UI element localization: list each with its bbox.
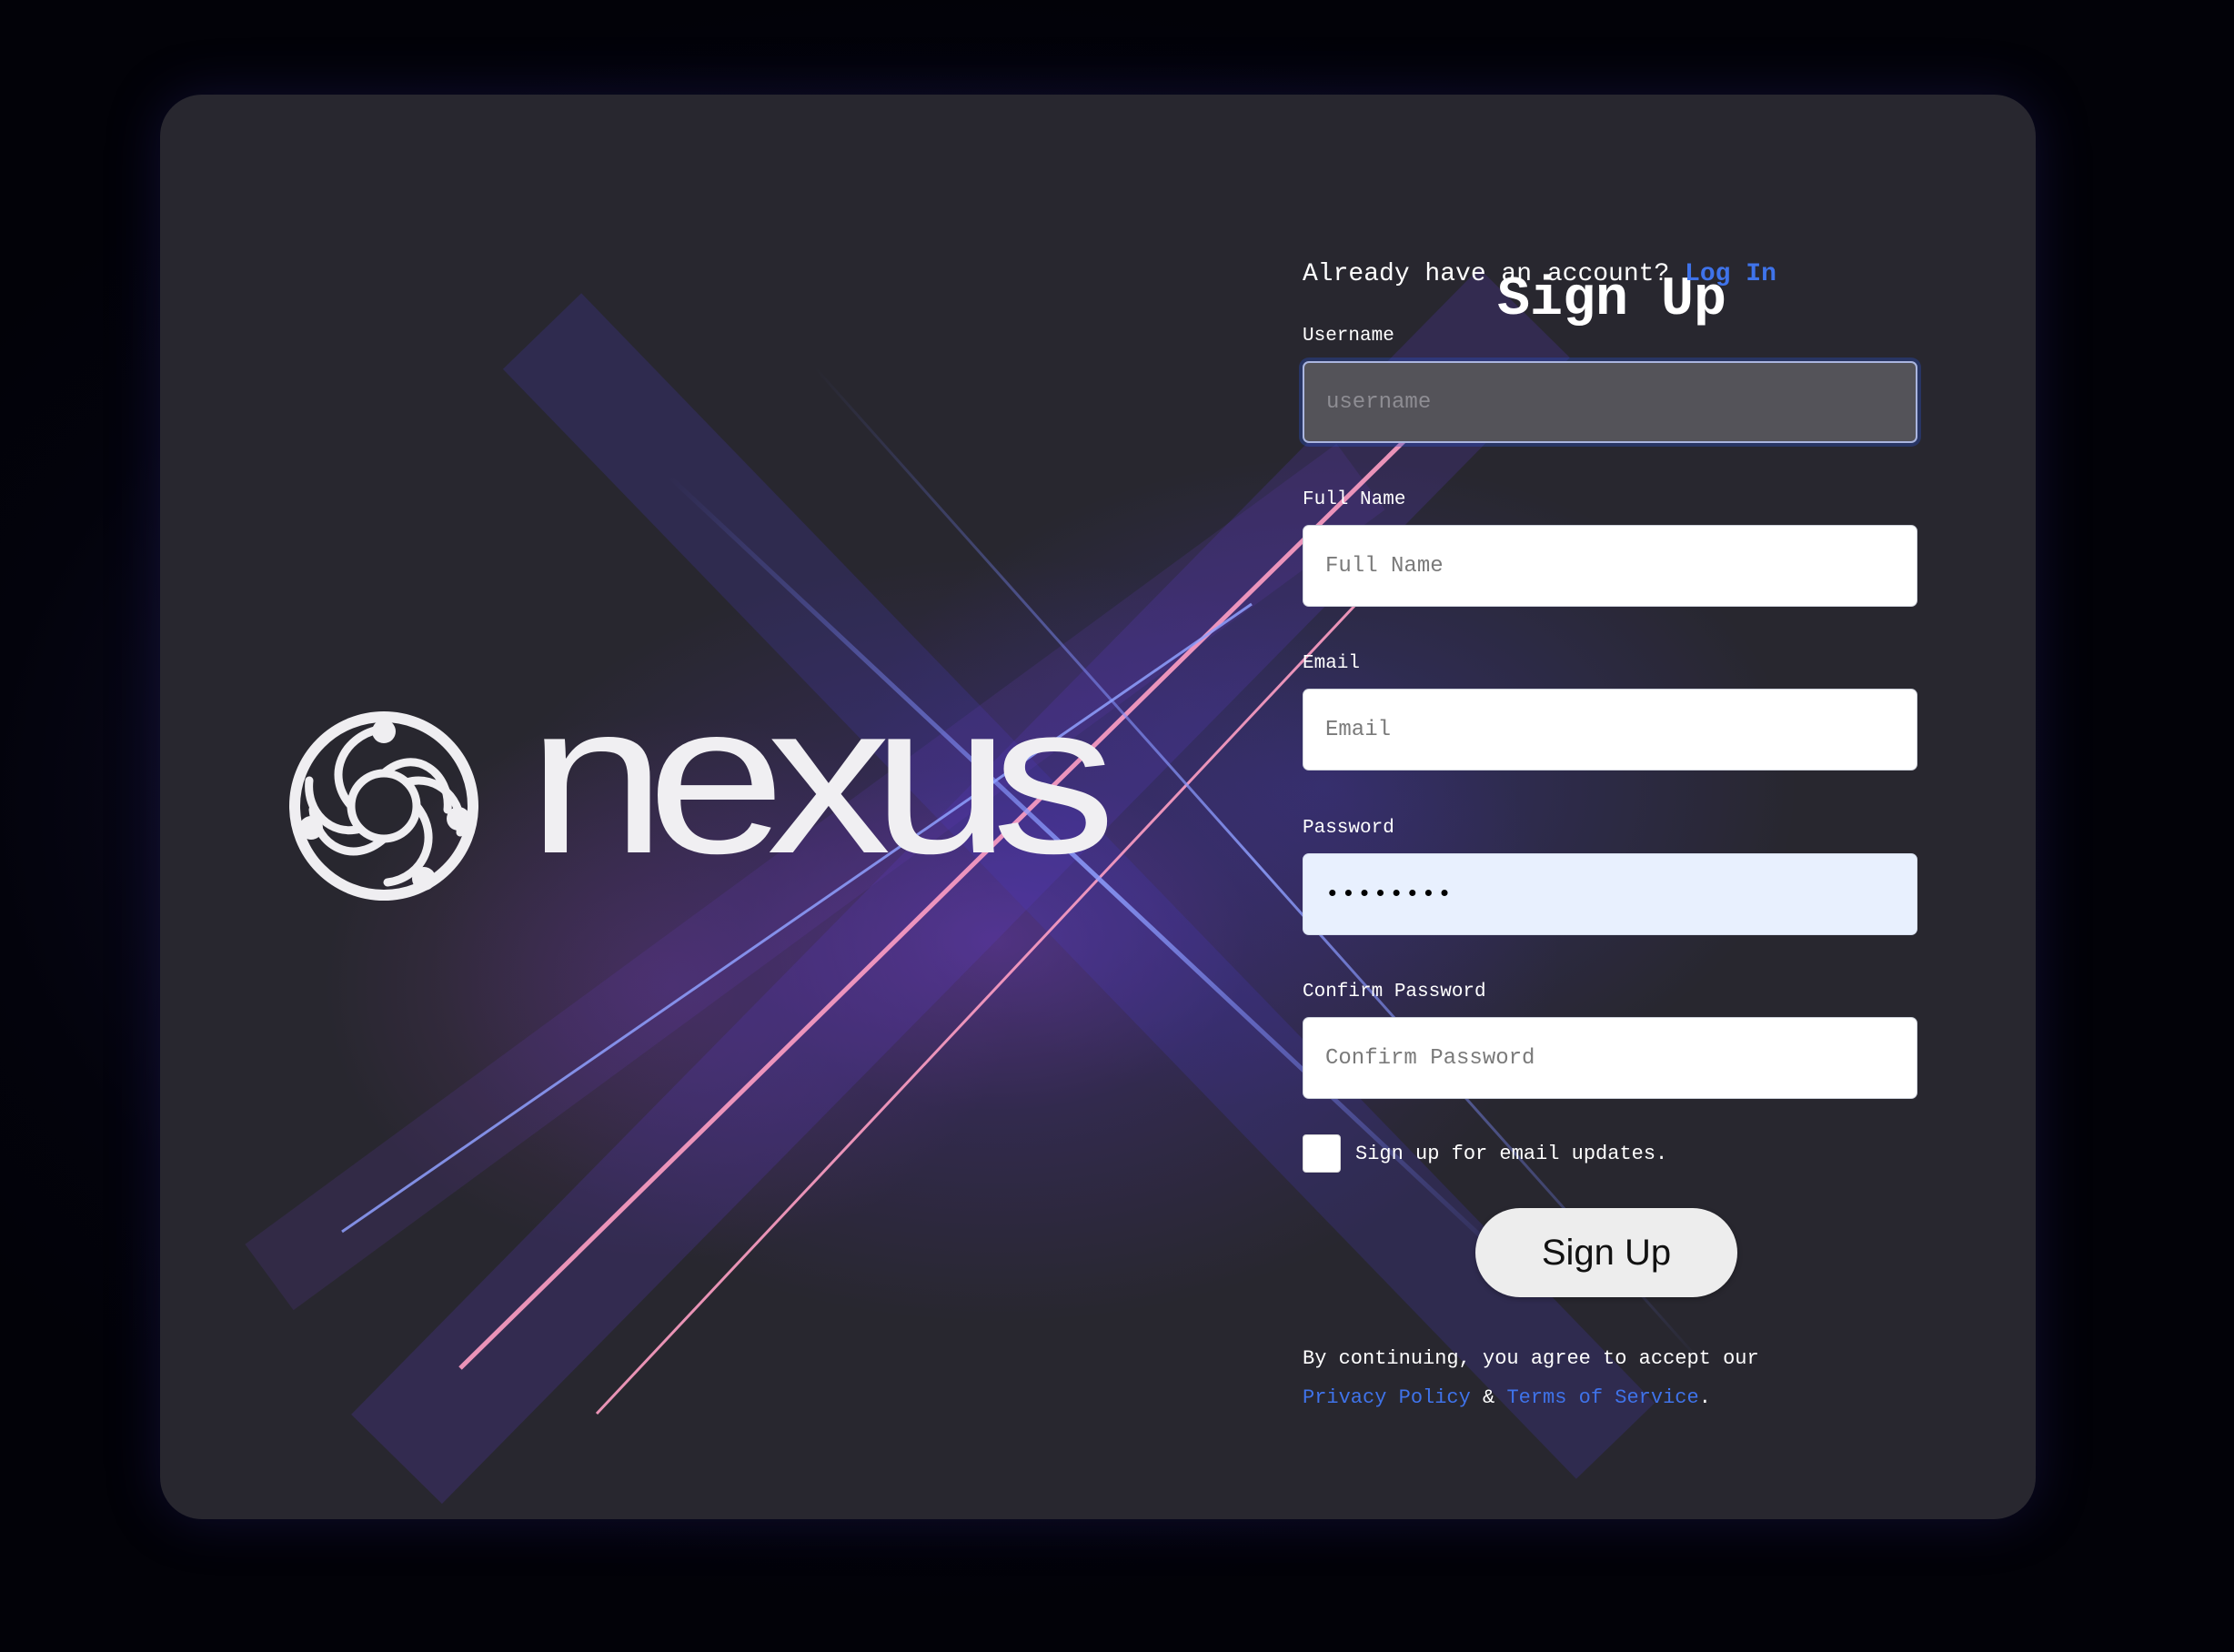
legal-links-line: Privacy Policy & Terms of Service. (1303, 1378, 1921, 1417)
signup-card: nexus Sign Up Already have an account? L… (160, 95, 2036, 1519)
nexus-swirl-logo-icon (289, 711, 478, 901)
full-name-label: Full Name (1303, 489, 1406, 510)
email-updates-label: Sign up for email updates. (1355, 1142, 1668, 1165)
email-label: Email (1303, 653, 1361, 674)
sign-up-button[interactable]: Sign Up (1475, 1208, 1737, 1297)
legal-separator: & (1483, 1386, 1495, 1409)
username-label: Username (1303, 326, 1394, 347)
full-name-input[interactable] (1303, 525, 1917, 607)
legal-notice: By continuing, you agree to accept our P… (1303, 1339, 1921, 1417)
login-prompt: Already have an account? Log In (1303, 257, 1776, 293)
terms-of-service-link[interactable]: Terms of Service (1506, 1386, 1698, 1409)
privacy-policy-link[interactable]: Privacy Policy (1303, 1386, 1471, 1409)
nexus-logo: nexus (287, 671, 1197, 906)
signup-form: Sign Up Already have an account? Log In … (1303, 95, 1921, 1519)
login-link[interactable]: Log In (1685, 260, 1776, 288)
username-input[interactable] (1303, 361, 1917, 443)
legal-suffix: . (1698, 1386, 1711, 1409)
email-input[interactable] (1303, 689, 1917, 771)
email-updates-checkbox[interactable] (1303, 1134, 1341, 1173)
login-prompt-text: Already have an account? (1303, 260, 1670, 288)
password-input[interactable] (1303, 853, 1917, 935)
legal-prefix: By continuing, you agree to accept our (1303, 1347, 1759, 1370)
confirm-password-label: Confirm Password (1303, 982, 1486, 1002)
password-label: Password (1303, 818, 1394, 839)
email-updates-row: Sign up for email updates. (1303, 1133, 1667, 1174)
brand-wordmark: nexus (528, 659, 1116, 899)
confirm-password-input[interactable] (1303, 1017, 1917, 1099)
